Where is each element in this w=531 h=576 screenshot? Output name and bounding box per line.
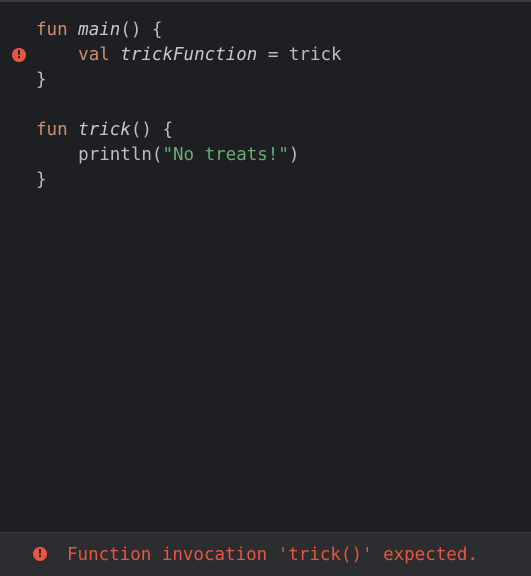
code-rest: ) — [288, 145, 300, 165]
code-editor[interactable]: ! fun main() { val trickFunction = trick… — [0, 2, 531, 532]
keyword-fun: fun — [36, 120, 68, 140]
editor-gutter: ! — [0, 2, 36, 532]
code-line-5[interactable]: fun trick() { — [36, 118, 173, 143]
code-line-6[interactable]: println("No treats!") — [36, 143, 299, 168]
error-message: Function invocation 'trick()' expected. — [67, 545, 478, 565]
call-println: println( — [78, 145, 163, 165]
error-status-bar: ! Function invocation 'trick()' expected… — [0, 532, 531, 576]
code-rest: () { — [120, 20, 163, 40]
gutter-error-icon[interactable]: ! — [12, 48, 26, 62]
code-rest: = trick — [257, 45, 342, 65]
variable-trickFunction: trickFunction — [120, 45, 258, 65]
code-line-7[interactable]: } — [36, 168, 47, 193]
keyword-fun: fun — [36, 20, 68, 40]
string-literal: "No treats!" — [162, 145, 289, 165]
keyword-val: val — [78, 45, 110, 65]
code-line-2[interactable]: val trickFunction = trick — [36, 43, 342, 68]
function-name-main: main — [78, 20, 121, 40]
function-name-trick: trick — [78, 120, 131, 140]
closing-brace: } — [36, 70, 47, 90]
code-line-1[interactable]: fun main() { — [36, 18, 162, 43]
error-icon: ! — [33, 547, 47, 561]
code-rest: () { — [130, 120, 173, 140]
code-line-3[interactable]: } — [36, 68, 47, 93]
closing-brace: } — [36, 170, 47, 190]
